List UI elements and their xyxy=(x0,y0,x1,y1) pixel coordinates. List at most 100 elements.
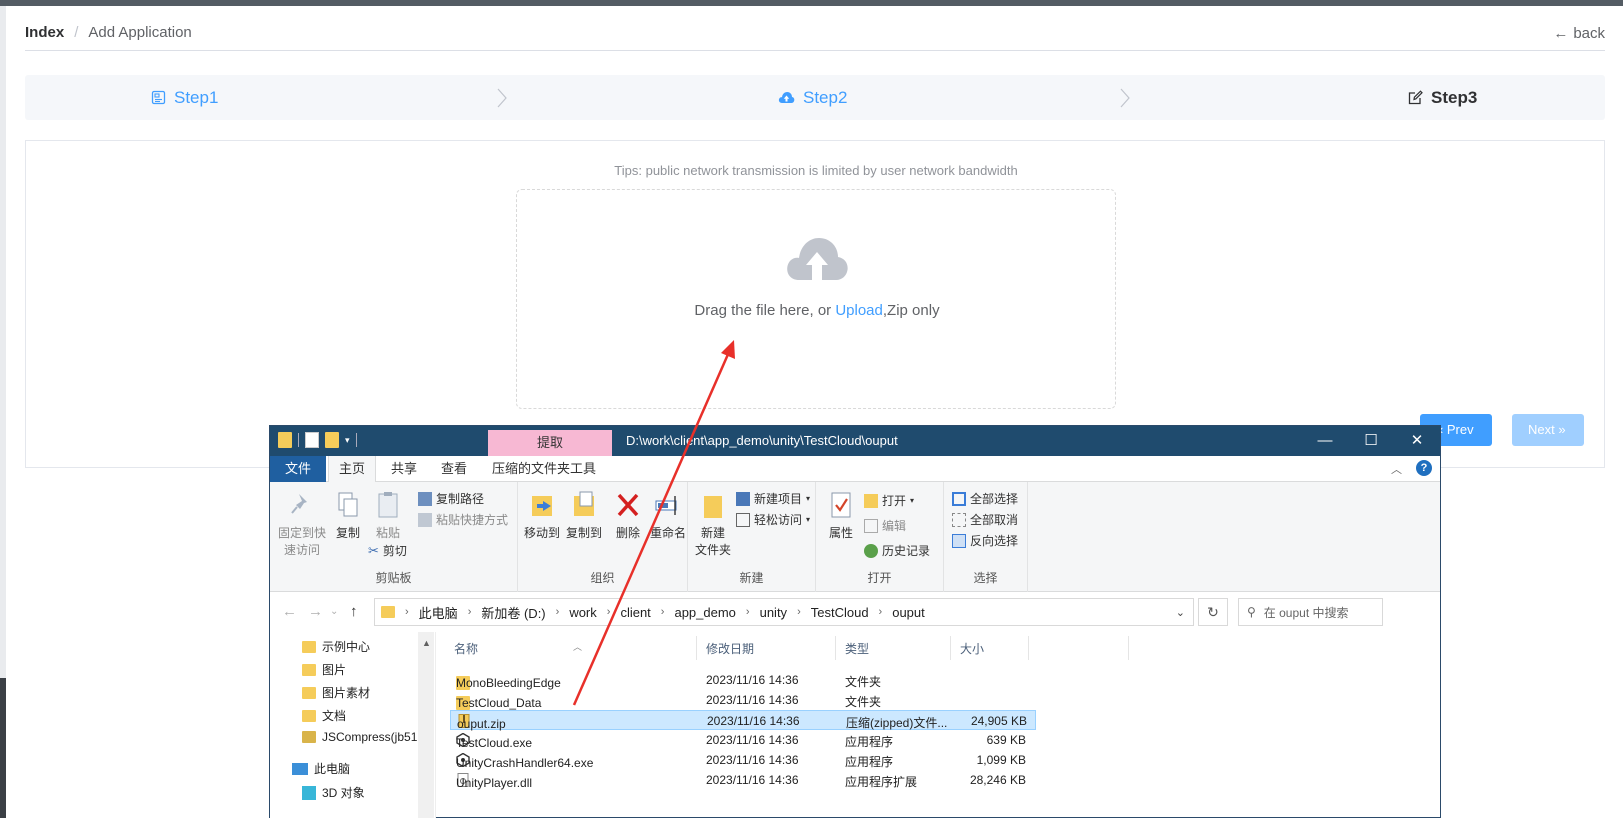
nav-item[interactable]: 图片 xyxy=(302,661,346,678)
nav-item[interactable]: 3D 对象 xyxy=(302,784,365,801)
address-segment[interactable]: client xyxy=(620,605,650,620)
address-segment[interactable]: 此电脑 xyxy=(419,603,458,622)
close-icon[interactable]: ✕ xyxy=(1394,426,1440,456)
column-divider[interactable] xyxy=(835,636,836,660)
up-arrow-icon[interactable]: ↑ xyxy=(350,603,358,620)
invert-selection-button[interactable]: 反向选择 xyxy=(952,532,1018,549)
minimize-icon[interactable]: — xyxy=(1302,426,1348,456)
edit-button[interactable]: 编辑 xyxy=(864,517,906,534)
step-2-label: Step2 xyxy=(803,88,848,107)
column-name[interactable]: 名称 xyxy=(450,640,478,657)
window-title-path: D:\work\client\app_demo\unity\TestCloud\… xyxy=(626,433,898,448)
tab-extract[interactable]: 提取 xyxy=(488,430,612,456)
column-divider[interactable] xyxy=(1128,636,1129,660)
column-size[interactable]: 大小 xyxy=(956,640,984,657)
select-none-button[interactable]: 全部取消 xyxy=(952,511,1018,528)
move-to-button[interactable]: 移动到 xyxy=(522,490,562,541)
tab-compressed-folder-tools[interactable]: 压缩的文件夹工具 xyxy=(482,456,606,482)
table-row[interactable]: UnityPlayer.dll 2023/11/16 14:36 应用程序扩展 … xyxy=(450,770,1036,790)
nav-item-this-pc[interactable]: 此电脑 xyxy=(292,760,350,777)
table-row[interactable]: UnityCrashHandler64.exe 2023/11/16 14:36… xyxy=(450,750,1036,770)
chevron-down-icon[interactable]: ⌄ xyxy=(1176,606,1185,619)
tab-share[interactable]: 共享 xyxy=(381,456,427,482)
tab-home[interactable]: 主页 xyxy=(328,456,377,482)
rename-button[interactable]: 重命名 xyxy=(648,490,688,541)
open-button[interactable]: 打开 ▾ xyxy=(864,492,914,509)
tab-view[interactable]: 查看 xyxy=(431,456,477,482)
nav-scrollbar[interactable]: ▲ xyxy=(418,632,434,818)
collapse-ribbon-icon[interactable]: ︿ xyxy=(1391,461,1402,477)
upload-dropzone[interactable]: Drag the file here, or Upload,Zip only xyxy=(516,189,1116,409)
easy-access-button[interactable]: 轻松访问 ▾ xyxy=(736,511,810,528)
back-link[interactable]: ← back xyxy=(1553,25,1605,42)
dropzone-text: Drag the file here, or Upload,Zip only xyxy=(517,302,1117,319)
recent-dropdown-icon[interactable]: ⌄ xyxy=(330,606,338,617)
copy-path-button[interactable]: 复制路径 xyxy=(418,490,484,507)
dropdown-icon[interactable]: ▾ xyxy=(345,435,350,446)
nav-item[interactable]: JSCompress(jb51. xyxy=(302,730,421,744)
delete-button[interactable]: 删除 xyxy=(610,490,646,541)
address-bar[interactable]: › 此电脑 › 新加卷 (D:) › work › client › app_d… xyxy=(374,598,1194,626)
address-segment[interactable]: unity xyxy=(760,605,787,620)
address-segment[interactable]: ouput xyxy=(892,605,925,620)
paste-button[interactable]: 粘贴 xyxy=(368,490,408,541)
forward-arrow-icon[interactable]: → xyxy=(308,603,323,620)
new-folder-button[interactable]: 新建 文件夹 xyxy=(692,490,734,558)
next-button[interactable]: Next » xyxy=(1512,414,1584,446)
address-segment[interactable]: 新加卷 (D:) xyxy=(481,603,545,622)
column-divider[interactable] xyxy=(696,636,697,660)
step-3[interactable]: Step3 xyxy=(1408,75,1477,120)
address-segment[interactable]: work xyxy=(569,605,596,620)
dropdown-icon: ▾ xyxy=(910,496,915,505)
breadcrumb-index[interactable]: Index xyxy=(25,24,64,41)
address-segment[interactable]: app_demo xyxy=(674,605,735,620)
nav-item[interactable]: 示例中心 xyxy=(302,638,370,655)
rename-icon xyxy=(655,496,677,515)
file-date: 2023/11/16 14:36 xyxy=(706,673,799,687)
search-input[interactable]: ⚲ 在 ouput 中搜索 xyxy=(1238,598,1383,626)
new-item-button[interactable]: 新建项目 ▾ xyxy=(736,490,810,507)
table-row-selected[interactable]: ouput.zip 2023/11/16 14:36 压缩(zipped)文件.… xyxy=(450,710,1036,731)
address-segment[interactable]: TestCloud xyxy=(811,605,869,620)
new-folder-label-1: 新建 xyxy=(700,526,725,540)
back-arrow-icon[interactable]: ← xyxy=(282,603,297,620)
new-item-label: 新建项目 xyxy=(754,492,803,506)
column-date[interactable]: 修改日期 xyxy=(702,640,754,657)
select-all-button[interactable]: 全部选择 xyxy=(952,490,1018,507)
pin-quick-access-button[interactable]: 固定到快 速访问 xyxy=(274,490,330,558)
refresh-button[interactable]: ↻ xyxy=(1198,598,1228,626)
copy-path-label: 复制路径 xyxy=(436,492,485,506)
maximize-icon[interactable]: ☐ xyxy=(1348,426,1394,456)
column-divider[interactable] xyxy=(1028,636,1029,660)
sort-ascending-icon: ︿ xyxy=(573,642,583,652)
nav-item[interactable]: 图片素材 xyxy=(302,684,370,701)
properties-button[interactable]: 属性 xyxy=(822,490,860,541)
nav-item[interactable]: 文档 xyxy=(302,707,346,724)
ribbon-group-new: 新建 文件夹 新建项目 ▾ 轻松访问 ▾ 新建 xyxy=(688,482,816,592)
copy-to-button[interactable]: 复制到 xyxy=(564,490,604,541)
column-divider[interactable] xyxy=(950,636,951,660)
chevron-right-icon: › xyxy=(467,606,472,618)
edit-icon xyxy=(864,518,878,533)
column-type[interactable]: 类型 xyxy=(841,640,869,657)
table-row[interactable]: TestCloud.exe 2023/11/16 14:36 应用程序 639 … xyxy=(450,730,1036,750)
cut-button[interactable]: ✂ 剪切 xyxy=(368,542,407,559)
tab-file[interactable]: 文件 xyxy=(270,456,326,482)
explorer-titlebar: ▾ 提取 D:\work\client\app_demo\unity\TestC… xyxy=(270,426,1440,456)
history-button[interactable]: 历史记录 xyxy=(864,542,930,559)
scroll-up-icon[interactable]: ▲ xyxy=(422,638,431,648)
new-folder-icon[interactable] xyxy=(325,432,339,448)
upload-link[interactable]: Upload xyxy=(835,302,883,319)
table-row[interactable]: MonoBleedingEdge 2023/11/16 14:36 文件夹 xyxy=(450,670,1036,690)
table-row[interactable]: TestCloud_Data 2023/11/16 14:36 文件夹 xyxy=(450,690,1036,710)
folder-icon[interactable] xyxy=(278,432,292,448)
move-to-icon xyxy=(532,496,552,516)
step-1[interactable]: Step1 xyxy=(151,75,218,120)
file-date: 2023/11/16 14:36 xyxy=(706,693,799,707)
help-icon[interactable]: ? xyxy=(1416,460,1432,476)
copy-button[interactable]: 复制 xyxy=(328,490,368,541)
properties-icon[interactable] xyxy=(305,432,319,448)
ribbon-group-select: 全部选择 全部取消 反向选择 选择 xyxy=(944,482,1028,592)
paste-shortcut-button[interactable]: 粘贴快捷方式 xyxy=(418,511,508,528)
step-2[interactable]: Step2 xyxy=(778,75,847,120)
